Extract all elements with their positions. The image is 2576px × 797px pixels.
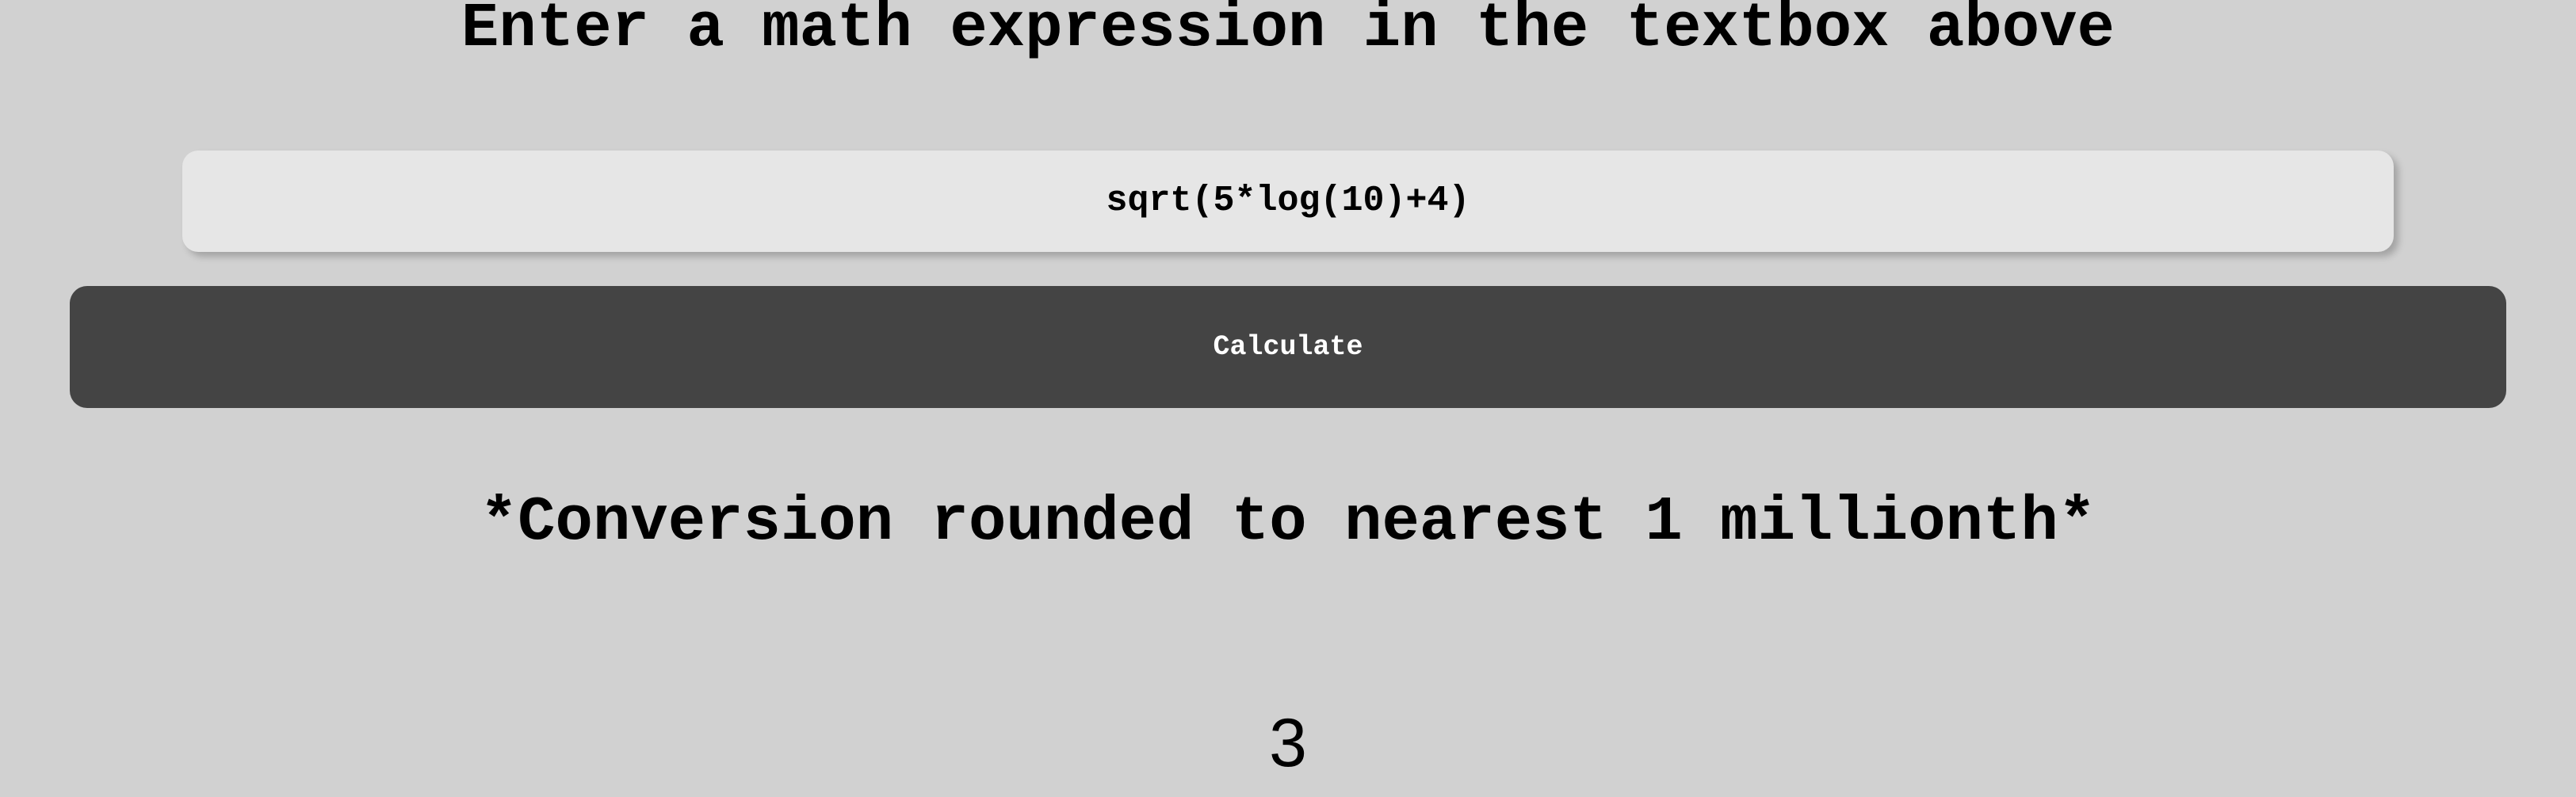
calculate-button[interactable]: Calculate (70, 286, 2506, 408)
rounding-note: *Conversion rounded to nearest 1 million… (480, 486, 2096, 558)
result-value: 3 (1269, 705, 1307, 781)
expression-input-container (182, 151, 2394, 252)
calculator-page: Enter a math expression in the textbox a… (0, 0, 2576, 797)
expression-input[interactable] (182, 151, 2394, 252)
page-title: Enter a math expression in the textbox a… (461, 0, 2115, 64)
